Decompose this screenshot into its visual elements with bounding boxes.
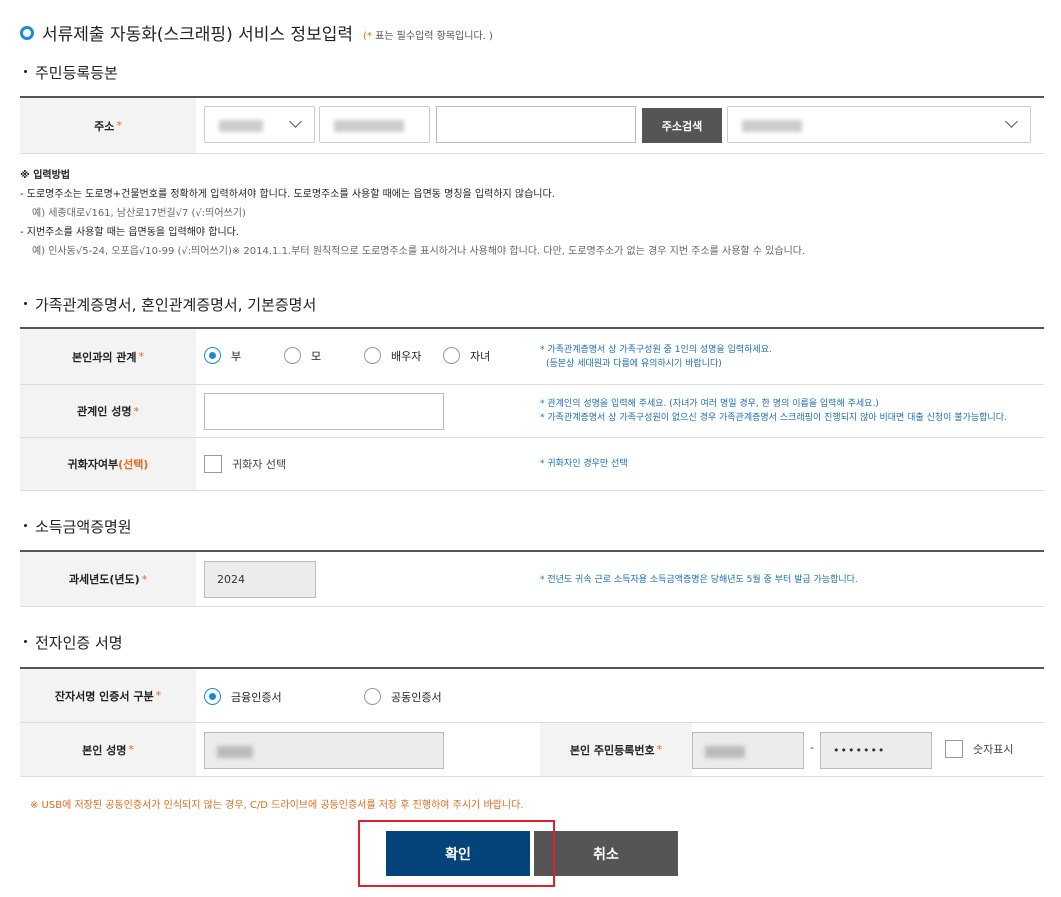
cert-type-options: 금융인증서 공동인증서 — [196, 669, 1044, 722]
address-row: 주소 * 주소검색 — [20, 98, 1044, 154]
naturalized-checkbox[interactable]: 귀화자 선택 — [204, 455, 286, 473]
naturalized-help: * 귀화자인 경우만 선택 — [540, 459, 628, 469]
radio-empty-icon — [364, 347, 381, 364]
radio-financial-cert[interactable]: 금융인증서 — [204, 688, 282, 705]
cancel-button[interactable]: 취소 — [534, 831, 678, 876]
relation-options: 부 모 배우자 자녀 * 가족관계증명서 상 가족구성원 중 1인의 성명을 입… — [196, 329, 1044, 384]
tax-year-field: 2024 * 전년도 귀속 근로 소득자용 소득금액증명은 당해년도 5월 중 … — [196, 552, 1044, 606]
name-input[interactable] — [204, 732, 444, 769]
family-table: 본인과의 관계 * 부 모 배우자 자녀 * 가족관계증명서 상 가족구성원 중 … — [20, 327, 1044, 491]
radio-selected-icon — [204, 688, 221, 705]
income-table: 과세년도(년도) * 2024 * 전년도 귀속 근로 소득자용 소득금액증명은 … — [20, 550, 1044, 607]
show-digits-checkbox[interactable]: 숫자표시 — [945, 740, 1013, 758]
esign-table: 잔자서명 인증서 구분 * 금융인증서 공동인증서 본인 성명 * 본인 주민등록번… — [20, 667, 1044, 777]
radio-joint-cert[interactable]: 공동인증서 — [364, 688, 442, 705]
relation-label: 본인과의 관계 * — [20, 329, 196, 384]
page-title: 서류제출 자동화(스크래핑) 서비스 정보입력 — [42, 25, 353, 45]
checkbox-icon — [945, 740, 963, 758]
address-result-select[interactable] — [727, 106, 1031, 143]
address-table: 주소 * 주소검색 — [20, 96, 1044, 154]
relative-name-input[interactable] — [204, 393, 444, 430]
rrn-front-input[interactable] — [692, 732, 804, 769]
tax-year-row: 과세년도(년도) * 2024 * 전년도 귀속 근로 소득자용 소득금액증명은 … — [20, 552, 1044, 607]
radio-child[interactable]: 자녀 — [443, 347, 490, 364]
radio-selected-icon — [204, 347, 221, 364]
chevron-down-icon — [1005, 115, 1018, 128]
relative-name-field: * 관계인의 성명을 입력해 주세요. (자녀가 여러 명일 경우, 한 명의 … — [196, 385, 1044, 437]
address-fields: 주소검색 — [196, 98, 1044, 153]
guide-example-road: 예) 세종대로√161, 남산로17번길√7 (√:띄어쓰기) — [32, 208, 246, 219]
guide-line-road: - 도로명주소는 도로명+건물번호를 정확하게 입력하셔야 합니다. 도로명주소… — [20, 189, 555, 200]
address-search-button[interactable]: 주소검색 — [642, 108, 722, 143]
relation-row: 본인과의 관계 * 부 모 배우자 자녀 * 가족관계증명서 상 가족구성원 중 … — [20, 329, 1044, 385]
bullet-icon — [24, 524, 27, 527]
radio-empty-icon — [443, 347, 460, 364]
identity-row: 본인 성명 * 본인 주민등록번호 * ••••••• 숫자표시 — [20, 723, 1044, 777]
guide-heading: ※ 입력방법 — [20, 170, 71, 181]
bullet-icon — [24, 640, 27, 643]
address-label: 주소 * — [20, 98, 196, 153]
tax-year-help: * 전년도 귀속 근로 소득자용 소득금액증명은 당해년도 5월 중 부터 발급… — [540, 575, 858, 585]
cert-type-label: 잔자서명 인증서 구분 * — [20, 669, 196, 722]
radio-mother[interactable]: 모 — [284, 347, 321, 364]
radio-empty-icon — [284, 347, 301, 364]
radio-empty-icon — [364, 688, 381, 705]
rrn-dash: - — [810, 741, 814, 754]
page-header: 서류제출 자동화(스크래핑) 서비스 정보입력 (* 표는 필수입력 항목입니다… — [20, 20, 493, 45]
section-title-esign: 전자인증 서명 — [24, 632, 123, 653]
identity-fields: 본인 주민등록번호 * ••••••• 숫자표시 — [196, 723, 1044, 776]
guide-example-lot: 예) 인사동√5-24, 오포읍√10-99 (√:띄어쓰기)※ 2014.1.… — [32, 246, 806, 257]
relative-name-help: * 관계인의 성명을 입력해 주세요. (자녀가 여러 명일 경우, 한 명의 … — [540, 399, 1007, 423]
name-label: 본인 성명 * — [20, 723, 196, 776]
section-title-income: 소득금액증명원 — [24, 516, 132, 537]
sigungu-select[interactable] — [319, 106, 430, 143]
rrn-back-input[interactable]: ••••••• — [820, 732, 932, 769]
naturalized-field: 귀화자 선택 * 귀화자인 경우만 선택 — [196, 438, 1044, 490]
relative-name-label: 관계인 성명 * — [20, 385, 196, 437]
rrn-label: 본인 주민등록번호 * — [540, 723, 692, 776]
naturalized-row: 귀화자여부 (선택) 귀화자 선택 * 귀화자인 경우만 선택 — [20, 438, 1044, 491]
section-title-resident: 주민등록등본 — [24, 62, 118, 83]
relation-help: * 가족관계증명서 상 가족구성원 중 1인의 성명을 입력하세요. (등본상 세… — [540, 345, 772, 369]
bullet-icon — [24, 302, 27, 305]
naturalized-label: 귀화자여부 (선택) — [20, 438, 196, 490]
radio-father[interactable]: 부 — [204, 347, 241, 364]
bullet-icon — [24, 70, 27, 73]
required-note: (* 표는 필수입력 항목입니다. ) — [363, 31, 493, 42]
sido-select[interactable] — [204, 106, 315, 143]
circle-bullet-icon — [20, 25, 34, 40]
radio-spouse[interactable]: 배우자 — [364, 347, 421, 364]
tax-year-label: 과세년도(년도) * — [20, 552, 196, 606]
highlight-box — [358, 820, 555, 887]
cert-type-row: 잔자서명 인증서 구분 * 금융인증서 공동인증서 — [20, 669, 1044, 723]
section-title-family: 가족관계증명서, 혼인관계증명서, 기본증명서 — [24, 294, 316, 315]
checkbox-icon — [204, 455, 222, 473]
guide-line-lot: - 지번주소를 사용할 때는 읍면동을 입력해야 합니다. — [20, 227, 240, 238]
input-guide: ※ 입력방법 - 도로명주소는 도로명+건물번호를 정확하게 입력하셔야 합니다… — [20, 166, 805, 261]
address-input[interactable] — [436, 106, 636, 143]
relative-name-row: 관계인 성명 * * 관계인의 성명을 입력해 주세요. (자녀가 여러 명일 경… — [20, 385, 1044, 438]
usb-warning: ※ USB에 저장된 공동인증서가 인식되지 않는 경우, C/D 드라이브에 … — [30, 800, 524, 811]
tax-year-input[interactable]: 2024 — [204, 561, 316, 598]
chevron-down-icon — [289, 115, 302, 128]
